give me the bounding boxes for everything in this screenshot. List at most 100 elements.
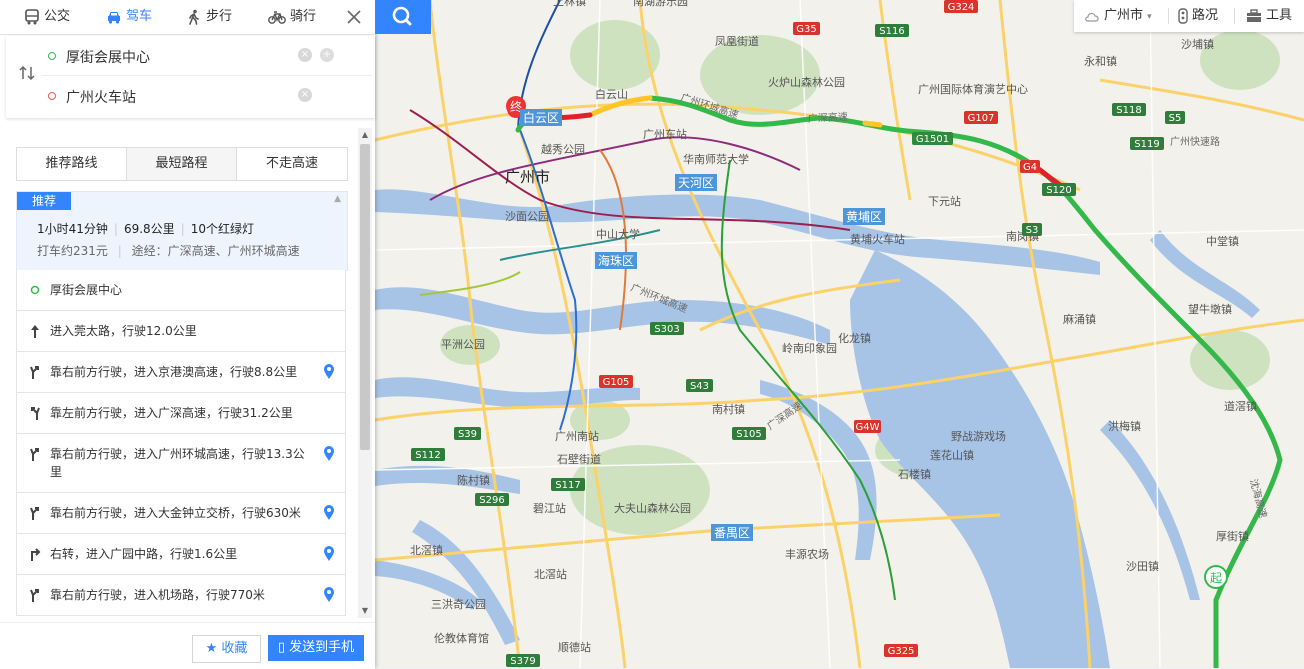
clear-destination-icon[interactable]: × <box>298 88 312 102</box>
straight-arrow-icon <box>28 323 42 339</box>
road-shield: S379 <box>506 654 540 667</box>
route-step[interactable]: 靠右前方行驶，进入京港澳高速，行驶8.8公里 <box>16 352 346 393</box>
location-pin-icon[interactable] <box>323 364 335 380</box>
expressway-label: 广州快速路 <box>1170 135 1220 148</box>
origin-dot-icon <box>48 52 56 60</box>
tab-shortest-distance[interactable]: 最短路程 <box>127 148 237 180</box>
keep-right-icon <box>28 505 42 521</box>
road-shield: G107 <box>964 111 998 124</box>
district-label: 海珠区 <box>595 252 637 269</box>
route-summary[interactable]: 推荐 ▲ 1小时41分钟 | 69.8公里 | 10个红绿灯 打车约231元 | 途经：… <box>16 191 348 271</box>
route-step[interactable]: 厚街会展中心 <box>16 270 346 311</box>
road-shield: S105 <box>732 427 766 440</box>
road-shield: G4 <box>1020 160 1040 173</box>
tab-avoid-highway[interactable]: 不走高速 <box>237 148 347 180</box>
search-button[interactable] <box>375 0 431 34</box>
route-step[interactable]: 靠左前方行驶，进入广深高速，行驶31.2公里 <box>16 393 346 434</box>
road-shield: S303 <box>650 322 684 335</box>
turn-right-icon <box>28 546 42 562</box>
svg-text:番禺区: 番禺区 <box>714 526 750 540</box>
route-step-text: 靠左前方行驶，进入广深高速，行驶31.2公里 <box>50 406 293 420</box>
chevron-down-icon: ▾ <box>1147 12 1152 22</box>
route-step[interactable]: 靠右前方行驶，进入机场路，行驶770米 <box>16 575 346 616</box>
mode-car[interactable]: 驾车 <box>106 0 152 34</box>
location-pin-icon[interactable] <box>323 505 335 521</box>
route-step[interactable]: 右转，进入广园中路，行驶1.6公里 <box>16 534 346 575</box>
location-pin-icon[interactable] <box>323 446 335 462</box>
place-label: 永和镇 <box>1084 54 1117 68</box>
mode-bus[interactable]: 公交 <box>24 0 70 34</box>
city-label: 广州市 <box>505 168 550 186</box>
keep-right-icon <box>28 364 42 380</box>
place-label: 三洪奇公园 <box>431 597 486 611</box>
tab-recommended-route[interactable]: 推荐路线 <box>17 148 127 180</box>
destination-input[interactable] <box>64 83 318 111</box>
send-to-phone-button[interactable]: ▯ 发送到手机 <box>268 635 364 661</box>
bike-icon <box>268 10 286 24</box>
collapse-arrow-icon[interactable]: ▲ <box>334 194 341 204</box>
close-icon[interactable] <box>344 7 364 27</box>
place-label: 沙面公园 <box>505 210 549 223</box>
place-label: 黄埔火车站 <box>850 232 905 246</box>
favorite-button[interactable]: ★ 收藏 <box>192 635 261 663</box>
place-label: 碧江站 <box>533 501 566 515</box>
swap-icon[interactable] <box>18 64 36 86</box>
start-marker[interactable]: 起 <box>1204 565 1228 589</box>
district-label: 天河区 <box>675 174 717 191</box>
mode-bike[interactable]: 骑行 <box>268 0 316 34</box>
place-label: 石壁街道 <box>557 452 601 466</box>
svg-text:G324: G324 <box>948 2 975 13</box>
svg-text:S379: S379 <box>510 656 535 667</box>
route-step-text: 右转，进入广园中路，行驶1.6公里 <box>50 547 238 561</box>
location-pin-icon[interactable] <box>323 587 335 603</box>
clear-origin-icon[interactable]: × <box>298 48 312 62</box>
place-label: 南村镇 <box>712 402 745 416</box>
place-label: 野战游戏场 <box>951 429 1006 443</box>
route-step[interactable]: 靠右前方行驶，进入广州环城高速，行驶13.3公里 <box>16 434 346 493</box>
svg-text:S43: S43 <box>690 381 709 392</box>
place-label: 北滘镇 <box>410 543 443 557</box>
travel-mode-bar: 公交 驾车 步行 骑行 <box>0 0 375 35</box>
svg-text:S296: S296 <box>479 495 504 506</box>
road-shield: G324 <box>944 0 978 13</box>
add-waypoint-icon[interactable]: + <box>320 48 334 62</box>
destination-row: × <box>42 77 372 115</box>
route-step[interactable]: 进入莞太路，行驶12.0公里 <box>16 311 346 352</box>
scroll-down-icon[interactable]: ▼ <box>358 604 372 618</box>
svg-text:起: 起 <box>1210 571 1222 585</box>
route-step-text: 进入莞太路，行驶12.0公里 <box>50 324 197 338</box>
svg-text:S119: S119 <box>1134 139 1159 150</box>
svg-text:S120: S120 <box>1046 185 1071 196</box>
route-step-text: 靠右前方行驶，进入京港澳高速，行驶8.8公里 <box>50 365 298 379</box>
origin-input[interactable] <box>64 43 318 71</box>
road-shield: S119 <box>1130 137 1164 150</box>
road-shield: S3 <box>1022 223 1042 236</box>
road-shield: G325 <box>884 644 918 657</box>
svg-text:G4: G4 <box>1023 162 1037 173</box>
panel-scrollbar[interactable]: ▲ ▼ <box>358 128 372 618</box>
tools-button[interactable]: 工具 <box>1246 0 1292 32</box>
svg-text:S118: S118 <box>1116 105 1141 116</box>
city-selector[interactable]: 广州市 ▾ <box>1084 0 1152 32</box>
road-shield: S112 <box>411 448 445 461</box>
place-label: 望牛墩镇 <box>1188 302 1232 316</box>
scroll-up-icon[interactable]: ▲ <box>358 128 372 142</box>
route-step-text: 厚街会展中心 <box>50 283 123 297</box>
route-step-text: 靠右前方行驶，进入机场路，行驶770米 <box>50 588 265 602</box>
route-step[interactable]: 靠右前方行驶，进入大金钟立交桥，行驶630米 <box>16 493 346 534</box>
place-label: 华南师范大学 <box>683 152 749 166</box>
svg-text:S5: S5 <box>1169 113 1182 124</box>
road-shield: G1501 <box>912 132 953 145</box>
taxi-fare: 打车约231元 <box>37 244 108 258</box>
mode-walk[interactable]: 步行 <box>186 0 232 34</box>
location-pin-icon[interactable] <box>323 546 335 562</box>
scrollbar-thumb[interactable] <box>360 144 370 450</box>
road-shield: S43 <box>686 379 713 392</box>
svg-text:S39: S39 <box>458 429 477 440</box>
route-via: 途经：广深高速、广州环城高速 <box>131 244 300 258</box>
start-dot-icon <box>28 282 42 298</box>
svg-text:G107: G107 <box>968 113 995 124</box>
traffic-button[interactable]: 路况 <box>1178 0 1218 32</box>
road-shield: S120 <box>1042 183 1076 196</box>
route-distance: 69.8公里 <box>123 222 175 236</box>
